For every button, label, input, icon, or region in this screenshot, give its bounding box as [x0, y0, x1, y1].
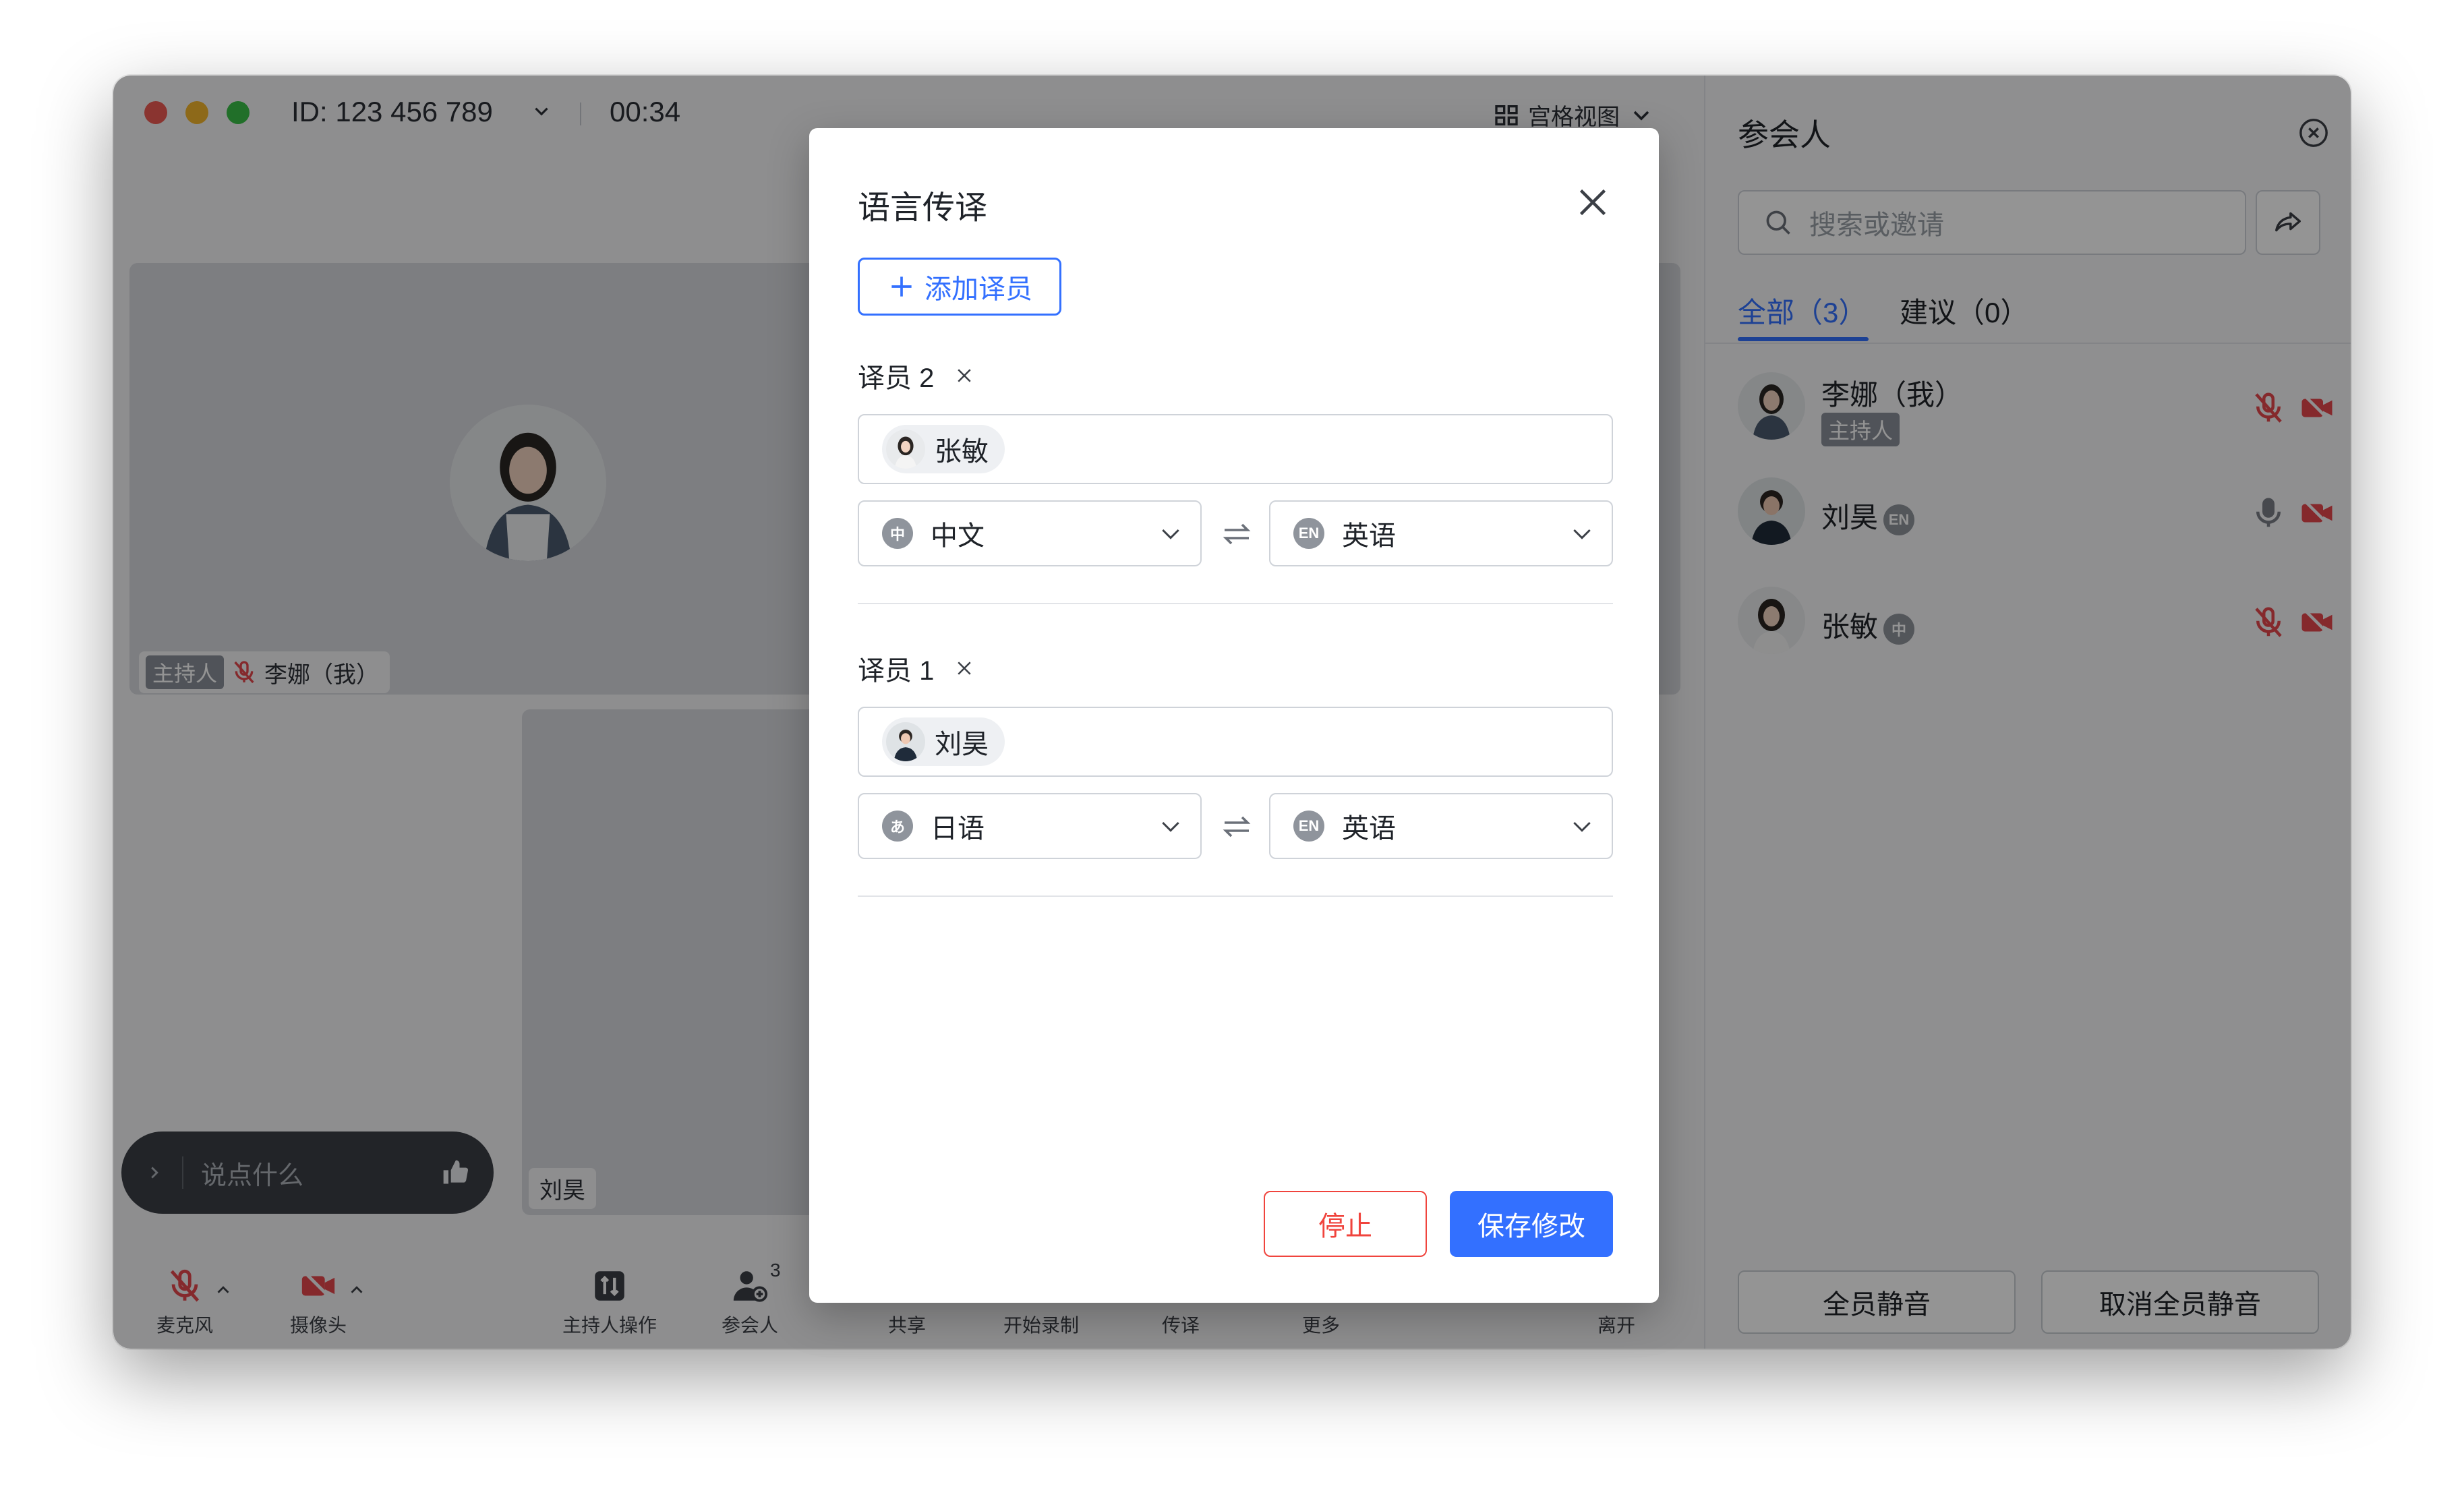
- add-interpreter-label: 添加译员: [925, 274, 1032, 304]
- interpreter-label: 译员 1: [858, 656, 935, 686]
- language-icon: あ: [882, 811, 913, 842]
- remove-interpreter-icon[interactable]: [954, 365, 974, 386]
- interpreter-label: 译员 2: [858, 363, 935, 393]
- dialog-title: 语言传译: [858, 190, 988, 226]
- swap-arrows-icon[interactable]: [1221, 518, 1253, 550]
- person-name: 刘昊: [935, 730, 989, 759]
- target-language-value: 英语: [1342, 521, 1396, 551]
- stop-button[interactable]: 停止: [1264, 1191, 1427, 1257]
- language-icon: 中: [882, 518, 913, 549]
- target-language-value: 英语: [1342, 814, 1396, 844]
- interpretation-dialog: 语言传译 添加译员 译员 2 张敏 中 中文 EN 英语 译员 1 刘昊 あ 日…: [809, 128, 1659, 1303]
- avatar: [886, 722, 925, 761]
- language-icon: EN: [1293, 811, 1324, 842]
- interpreter-header: 译员 1: [858, 649, 974, 688]
- source-language-select[interactable]: あ 日语: [858, 793, 1202, 859]
- chevron-down-icon: [1573, 529, 1591, 539]
- target-language-select[interactable]: EN 英语: [1269, 793, 1613, 859]
- interpreter-person-field[interactable]: 张敏: [858, 414, 1613, 484]
- chevron-down-icon: [1162, 821, 1179, 832]
- avatar: [886, 430, 925, 469]
- close-icon[interactable]: [1573, 182, 1613, 223]
- interpreter-header: 译员 2: [858, 356, 974, 395]
- add-interpreter-button[interactable]: 添加译员: [858, 258, 1061, 316]
- remove-interpreter-icon[interactable]: [954, 658, 974, 678]
- source-language-value: 中文: [931, 521, 985, 551]
- chevron-down-icon: [1573, 821, 1591, 832]
- divider: [858, 603, 1613, 604]
- target-language-select[interactable]: EN 英语: [1269, 500, 1613, 566]
- interpreter-person-field[interactable]: 刘昊: [858, 707, 1613, 777]
- person-chip[interactable]: 刘昊: [882, 717, 1005, 766]
- plus-icon: [891, 276, 912, 297]
- person-chip[interactable]: 张敏: [882, 425, 1005, 473]
- source-language-select[interactable]: 中 中文: [858, 500, 1202, 566]
- swap-arrows-icon[interactable]: [1221, 811, 1253, 843]
- source-language-value: 日语: [931, 814, 985, 844]
- chevron-down-icon: [1162, 529, 1179, 539]
- save-changes-button[interactable]: 保存修改: [1450, 1191, 1613, 1257]
- divider: [858, 895, 1613, 897]
- language-icon: EN: [1293, 518, 1324, 549]
- person-name: 张敏: [935, 437, 989, 467]
